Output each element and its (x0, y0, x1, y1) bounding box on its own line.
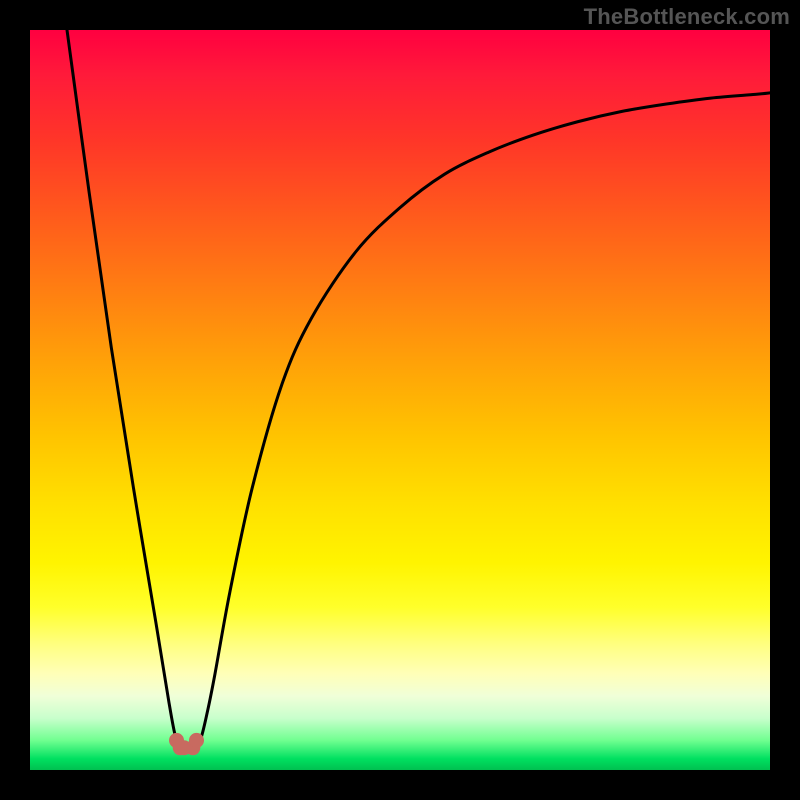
chart-svg (30, 30, 770, 770)
watermark-text: TheBottleneck.com (584, 4, 790, 30)
plot-area (30, 30, 770, 770)
bottleneck-curve (67, 30, 770, 749)
figure-canvas: TheBottleneck.com (0, 0, 800, 800)
valley-markers (169, 733, 204, 755)
valley-marker (189, 733, 204, 748)
